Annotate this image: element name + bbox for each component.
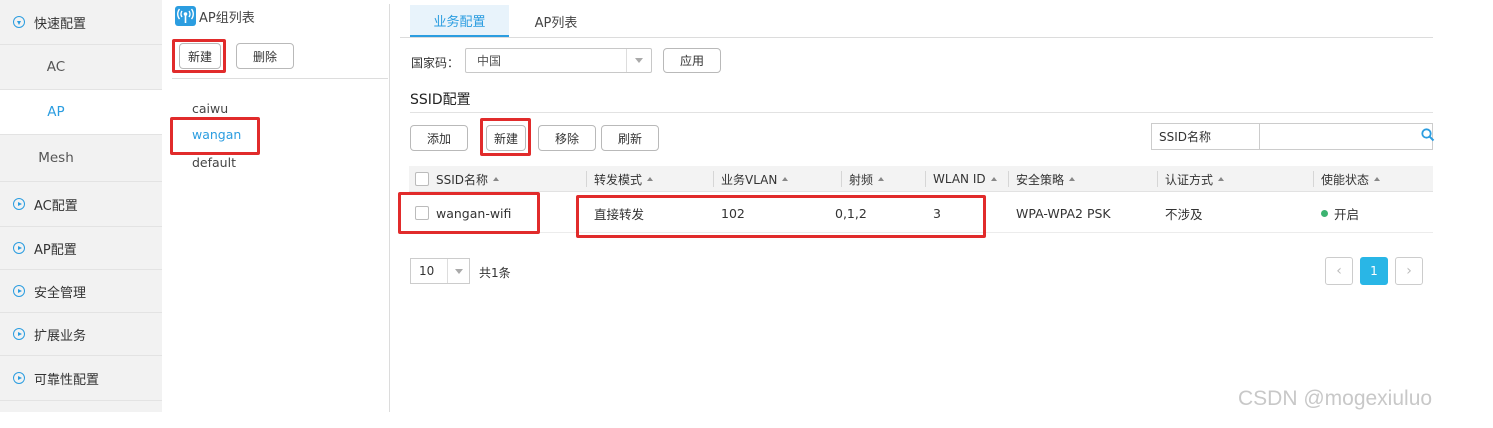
col-auth[interactable]: 认证方式 bbox=[1157, 166, 1225, 192]
cell-status: 开启 bbox=[1321, 193, 1359, 233]
sort-icon bbox=[990, 177, 997, 181]
sort-icon bbox=[878, 177, 885, 181]
row-checkbox[interactable] bbox=[415, 193, 429, 233]
cell-ssid: wangan-wifi bbox=[436, 205, 512, 221]
nav-quick-config[interactable]: 快速配置 bbox=[0, 0, 162, 45]
sort-icon bbox=[1069, 177, 1076, 181]
group-new-button[interactable]: 新建 bbox=[179, 43, 221, 69]
cell-forward: 直接转发 bbox=[594, 206, 645, 222]
divider bbox=[410, 112, 1433, 113]
next-page-icon[interactable]: › bbox=[1395, 257, 1423, 285]
apply-button[interactable]: 应用 bbox=[663, 48, 721, 73]
cell-wlan-id: 3 bbox=[933, 205, 941, 221]
watermark: CSDN @mogexiuluo bbox=[1238, 387, 1433, 410]
collapsed-circle-icon bbox=[13, 328, 25, 340]
country-label: 国家码： bbox=[411, 56, 460, 70]
total-count: 共1条 bbox=[479, 266, 511, 280]
panel-divider bbox=[389, 4, 390, 412]
cell-radio: 0,1,2 bbox=[835, 205, 867, 221]
table-row[interactable]: wangan-wifi 直接转发 102 0,1,2 3 WPA-WPA2 PS… bbox=[409, 193, 1433, 233]
left-nav: 快速配置 AC AP Mesh AC配置 AP配置 安全管理 扩展业务 可靠性配… bbox=[0, 0, 162, 412]
table-header: SSID名称 转发模式 业务VLAN 射频 WLAN ID 安全策略 认证方式 … bbox=[409, 166, 1433, 192]
sort-icon bbox=[647, 177, 654, 181]
nav-ac-config[interactable]: AC配置 bbox=[0, 182, 162, 227]
group-item-caiwu[interactable]: caiwu bbox=[192, 101, 228, 116]
tab-ap-list[interactable]: AP列表 bbox=[517, 5, 595, 37]
status-text: 开启 bbox=[1334, 206, 1360, 222]
group-item-wangan[interactable]: wangan bbox=[192, 127, 241, 142]
remove-button[interactable]: 移除 bbox=[538, 125, 596, 151]
page-size-value: 10 bbox=[419, 264, 435, 278]
sort-icon bbox=[782, 177, 789, 181]
ssid-search-input[interactable] bbox=[1259, 123, 1433, 150]
sort-icon bbox=[1218, 177, 1225, 181]
group-item-default[interactable]: default bbox=[192, 155, 236, 170]
col-security[interactable]: 安全策略 bbox=[1008, 166, 1076, 192]
sort-icon bbox=[493, 177, 500, 181]
nav-sub-ac[interactable]: AC bbox=[0, 45, 162, 90]
divider bbox=[172, 78, 388, 79]
ssid-new-button[interactable]: 新建 bbox=[486, 125, 526, 151]
page-size-select[interactable]: 10 bbox=[410, 258, 470, 284]
page-number-button[interactable]: 1 bbox=[1360, 257, 1388, 285]
col-radio[interactable]: 射频 bbox=[841, 166, 885, 192]
col-ssid[interactable]: SSID名称 bbox=[436, 166, 500, 192]
collapsed-circle-icon bbox=[13, 198, 25, 210]
sort-icon bbox=[1374, 177, 1381, 181]
nav-sub-mesh[interactable]: Mesh bbox=[0, 135, 162, 182]
wifi-antenna-icon bbox=[175, 6, 196, 26]
nav-security[interactable]: 安全管理 bbox=[0, 270, 162, 313]
col-vlan[interactable]: 业务VLAN bbox=[713, 166, 789, 192]
status-dot-icon bbox=[1321, 209, 1328, 217]
cell-auth: 不涉及 bbox=[1165, 206, 1203, 222]
section-title: SSID配置 bbox=[410, 92, 471, 108]
col-forward[interactable]: 转发模式 bbox=[586, 166, 654, 192]
col-status[interactable]: 使能状态 bbox=[1313, 166, 1381, 192]
nav-label: AP配置 bbox=[34, 242, 77, 258]
tab-underline bbox=[400, 37, 1433, 38]
ap-group-header: AP组列表 bbox=[175, 6, 255, 26]
add-button[interactable]: 添加 bbox=[410, 125, 468, 151]
nav-label: AC配置 bbox=[34, 198, 78, 214]
ssid-search-label: SSID名称 bbox=[1151, 123, 1259, 150]
group-delete-button[interactable]: 删除 bbox=[236, 43, 294, 69]
select-all-checkbox[interactable] bbox=[415, 166, 429, 192]
col-wlan-id[interactable]: WLAN ID bbox=[925, 166, 997, 192]
collapsed-circle-icon bbox=[13, 285, 25, 297]
nav-label: 快速配置 bbox=[34, 16, 87, 32]
country-value: 中国 bbox=[477, 54, 502, 68]
nav-reliability[interactable]: 可靠性配置 bbox=[0, 356, 162, 401]
nav-label: AP bbox=[47, 104, 65, 120]
chevron-down-icon bbox=[447, 259, 469, 283]
expand-circle-icon bbox=[13, 16, 25, 28]
nav-label: 安全管理 bbox=[34, 285, 87, 301]
search-icon[interactable] bbox=[1421, 128, 1435, 142]
chevron-down-icon bbox=[626, 49, 651, 72]
nav-label: 可靠性配置 bbox=[34, 372, 100, 388]
nav-label: AC bbox=[46, 59, 66, 75]
cell-security: WPA-WPA2 PSK bbox=[1016, 205, 1111, 221]
nav-sub-ap[interactable]: AP bbox=[0, 90, 162, 135]
tab-service-config[interactable]: 业务配置 bbox=[410, 5, 509, 37]
nav-ap-config[interactable]: AP配置 bbox=[0, 227, 162, 270]
country-select[interactable]: 中国 bbox=[465, 48, 652, 73]
collapsed-circle-icon bbox=[13, 242, 25, 254]
nav-extend[interactable]: 扩展业务 bbox=[0, 313, 162, 356]
nav-label: Mesh bbox=[38, 150, 74, 166]
ap-group-title: AP组列表 bbox=[199, 10, 255, 26]
collapsed-circle-icon bbox=[13, 372, 25, 384]
prev-page-icon[interactable]: ‹ bbox=[1325, 257, 1353, 285]
refresh-button[interactable]: 刷新 bbox=[601, 125, 659, 151]
nav-label: 扩展业务 bbox=[34, 328, 87, 344]
cell-vlan: 102 bbox=[721, 205, 745, 221]
